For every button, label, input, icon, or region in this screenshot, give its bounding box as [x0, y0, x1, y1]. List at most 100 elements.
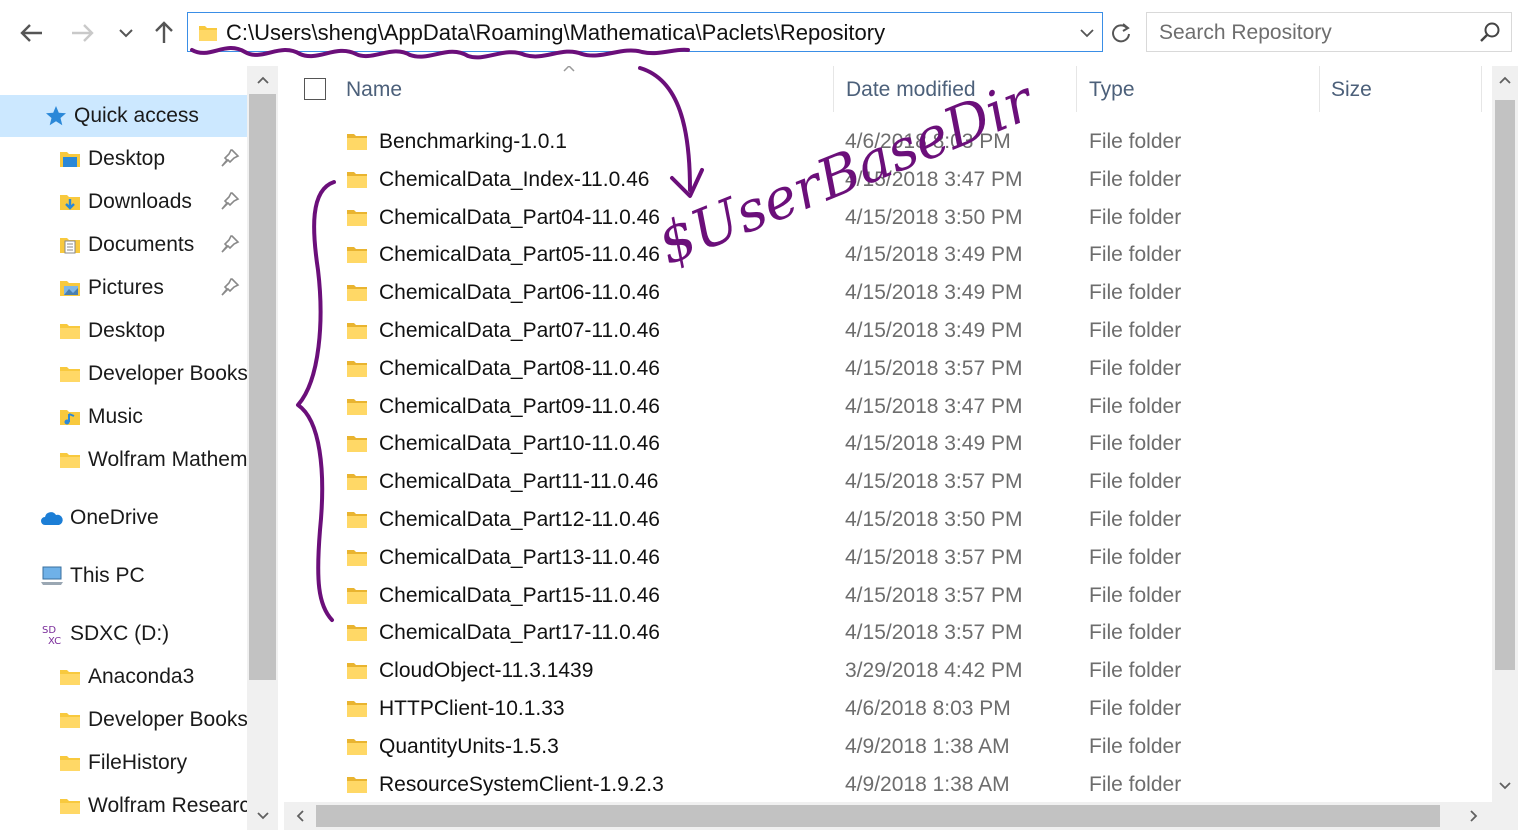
file-list-horizontal-scrollbar[interactable] [284, 802, 1492, 830]
up-button[interactable] [146, 14, 182, 52]
sidebar-item-onedrive[interactable]: OneDrive [0, 497, 278, 539]
file-row[interactable]: ChemicalData_Part17-11.0.46 4/15/2018 3:5… [284, 615, 1492, 653]
file-name[interactable]: ChemicalData_Part10-11.0.46 [379, 432, 660, 456]
pin-icon[interactable] [220, 277, 240, 297]
recent-locations-button[interactable] [108, 14, 144, 52]
sidebar-item-desktop[interactable]: Desktop [0, 138, 278, 180]
file-row[interactable]: HTTPClient-10.1.33 4/6/2018 8:03 PM File f… [284, 691, 1492, 729]
file-name[interactable]: ChemicalData_Part08-11.0.46 [379, 357, 660, 381]
chevron-down-icon [1080, 29, 1094, 38]
sidebar-item-quick-access[interactable]: Quick access [0, 95, 278, 137]
search-input[interactable]: Search Repository [1159, 21, 1332, 45]
file-name[interactable]: ChemicalData_Part17-11.0.46 [379, 621, 660, 645]
sidebar-item-developer-books-d[interactable]: Developer Books [0, 699, 278, 741]
address-bar[interactable]: C:\Users\sheng\AppData\Roaming\Mathemati… [187, 12, 1103, 52]
forward-button[interactable] [64, 14, 100, 52]
file-type: File folder [1089, 621, 1182, 645]
scroll-up-button[interactable] [253, 70, 273, 90]
scrollbar-thumb[interactable] [316, 805, 1440, 827]
file-name[interactable]: ChemicalData_Index-11.0.46 [379, 168, 649, 192]
file-row[interactable]: ChemicalData_Part10-11.0.46 4/15/2018 3:4… [284, 426, 1492, 464]
file-name[interactable]: ChemicalData_Part15-11.0.46 [379, 584, 660, 608]
file-row[interactable]: ChemicalData_Part13-11.0.46 4/15/2018 3:5… [284, 540, 1492, 578]
pin-icon[interactable] [220, 234, 240, 254]
sidebar-item-pictures[interactable]: Pictures [0, 267, 278, 309]
file-name[interactable]: ChemicalData_Part07-11.0.46 [379, 319, 660, 343]
documents-folder-icon [58, 233, 82, 257]
column-divider[interactable] [833, 66, 834, 112]
file-list-vertical-scrollbar[interactable] [1492, 66, 1518, 802]
file-row[interactable]: ChemicalData_Index-11.0.46 4/15/2018 3:47… [284, 162, 1492, 200]
column-divider[interactable] [1481, 66, 1482, 112]
file-name[interactable]: Benchmarking-1.0.1 [379, 130, 567, 154]
select-all-checkbox[interactable] [304, 78, 326, 100]
file-name[interactable]: ResourceSystemClient-1.9.2.3 [379, 773, 664, 797]
file-row[interactable]: CloudObject-11.3.1439 3/29/2018 4:42 PM Fi… [284, 653, 1492, 691]
folder-icon [347, 209, 367, 226]
scrollbar-thumb[interactable] [1495, 100, 1515, 670]
column-header-date[interactable]: Date modified [846, 66, 1076, 114]
column-header-name[interactable]: Name [346, 66, 832, 114]
refresh-button[interactable] [1106, 14, 1136, 52]
file-row[interactable]: ResourceSystemClient-1.9.2.3 4/9/2018 1:3… [284, 767, 1492, 802]
column-header-type[interactable]: Type [1089, 66, 1319, 114]
desktop-folder-icon [58, 147, 82, 171]
file-name[interactable]: ChemicalData_Part05-11.0.46 [379, 243, 660, 267]
file-row[interactable]: ChemicalData_Part07-11.0.46 4/15/2018 3:4… [284, 313, 1492, 351]
folder-icon [58, 794, 82, 818]
pin-icon[interactable] [220, 191, 240, 211]
sidebar-item-wolfram-research[interactable]: Wolfram Researc [0, 785, 278, 827]
sidebar-item-anaconda3[interactable]: Anaconda3 [0, 656, 278, 698]
file-row[interactable]: ChemicalData_Part04-11.0.46 4/15/2018 3:5… [284, 200, 1492, 238]
pin-icon[interactable] [220, 148, 240, 168]
sidebar-item-filehistory[interactable]: FileHistory [0, 742, 278, 784]
sidebar-item-this-pc[interactable]: This PC [0, 555, 278, 597]
file-type: File folder [1089, 356, 1182, 380]
file-name[interactable]: ChemicalData_Part12-11.0.46 [379, 508, 660, 532]
sidebar-item-wolfram-mathematica[interactable]: Wolfram Mathem [0, 439, 278, 481]
file-row[interactable]: ChemicalData_Part06-11.0.46 4/15/2018 3:4… [284, 275, 1492, 313]
file-row[interactable]: QuantityUnits-1.5.3 4/9/2018 1:38 AM File … [284, 729, 1492, 767]
file-date-modified: 4/6/2018 8:03 PM [845, 697, 1011, 720]
address-dropdown-button[interactable] [1076, 22, 1098, 44]
scroll-down-button[interactable] [253, 806, 273, 826]
file-name[interactable]: CloudObject-11.3.1439 [379, 659, 593, 683]
file-row[interactable]: ChemicalData_Part11-11.0.46 4/15/2018 3:5… [284, 464, 1492, 502]
sidebar-item-sdxc-drive[interactable]: SD XC SDXC (D:) [0, 613, 278, 655]
scroll-down-button[interactable] [1495, 776, 1515, 796]
scroll-right-button[interactable] [1464, 806, 1484, 826]
address-path[interactable]: C:\Users\sheng\AppData\Roaming\Mathemati… [226, 20, 885, 46]
svg-text:SD: SD [42, 625, 56, 636]
sidebar-item-developer-books[interactable]: Developer Books [0, 353, 278, 395]
scrollbar-thumb[interactable] [249, 94, 276, 680]
file-name[interactable]: HTTPClient-10.1.33 [379, 697, 565, 721]
file-row[interactable]: Benchmarking-1.0.1 4/6/2018 8:03 PM File f… [284, 124, 1492, 162]
scroll-left-button[interactable] [290, 806, 310, 826]
sidebar-scrollbar[interactable] [247, 66, 278, 830]
column-divider[interactable] [1319, 66, 1320, 112]
column-divider[interactable] [1076, 66, 1077, 112]
sidebar-item-music[interactable]: Music [0, 396, 278, 438]
sidebar-item-documents[interactable]: Documents [0, 224, 278, 266]
file-name[interactable]: ChemicalData_Part13-11.0.46 [379, 546, 660, 570]
file-name[interactable]: ChemicalData_Part06-11.0.46 [379, 281, 660, 305]
file-name[interactable]: ChemicalData_Part04-11.0.46 [379, 206, 660, 230]
sidebar-item-label: Wolfram Researc [88, 794, 250, 817]
scroll-up-button[interactable] [1495, 70, 1515, 90]
file-name[interactable]: ChemicalData_Part09-11.0.46 [379, 395, 660, 419]
file-row[interactable]: ChemicalData_Part05-11.0.46 4/15/2018 3:4… [284, 237, 1492, 275]
file-name[interactable]: QuantityUnits-1.5.3 [379, 735, 559, 759]
sidebar-item-downloads[interactable]: Downloads [0, 181, 278, 223]
folder-icon [347, 285, 367, 302]
search-icon[interactable] [1479, 21, 1501, 43]
sidebar-item-desktop-folder[interactable]: Desktop [0, 310, 278, 352]
file-row[interactable]: ChemicalData_Part15-11.0.46 4/15/2018 3:5… [284, 578, 1492, 616]
sidebar-item-label: Pictures [88, 276, 164, 299]
search-box[interactable]: Search Repository [1146, 12, 1512, 52]
back-button[interactable] [14, 14, 50, 52]
file-name[interactable]: ChemicalData_Part11-11.0.46 [379, 470, 658, 494]
file-row[interactable]: ChemicalData_Part08-11.0.46 4/15/2018 3:5… [284, 351, 1492, 389]
file-row[interactable]: ChemicalData_Part09-11.0.46 4/15/2018 3:4… [284, 389, 1492, 427]
column-header-size[interactable]: Size [1331, 66, 1481, 114]
file-row[interactable]: ChemicalData_Part12-11.0.46 4/15/2018 3:5… [284, 502, 1492, 540]
